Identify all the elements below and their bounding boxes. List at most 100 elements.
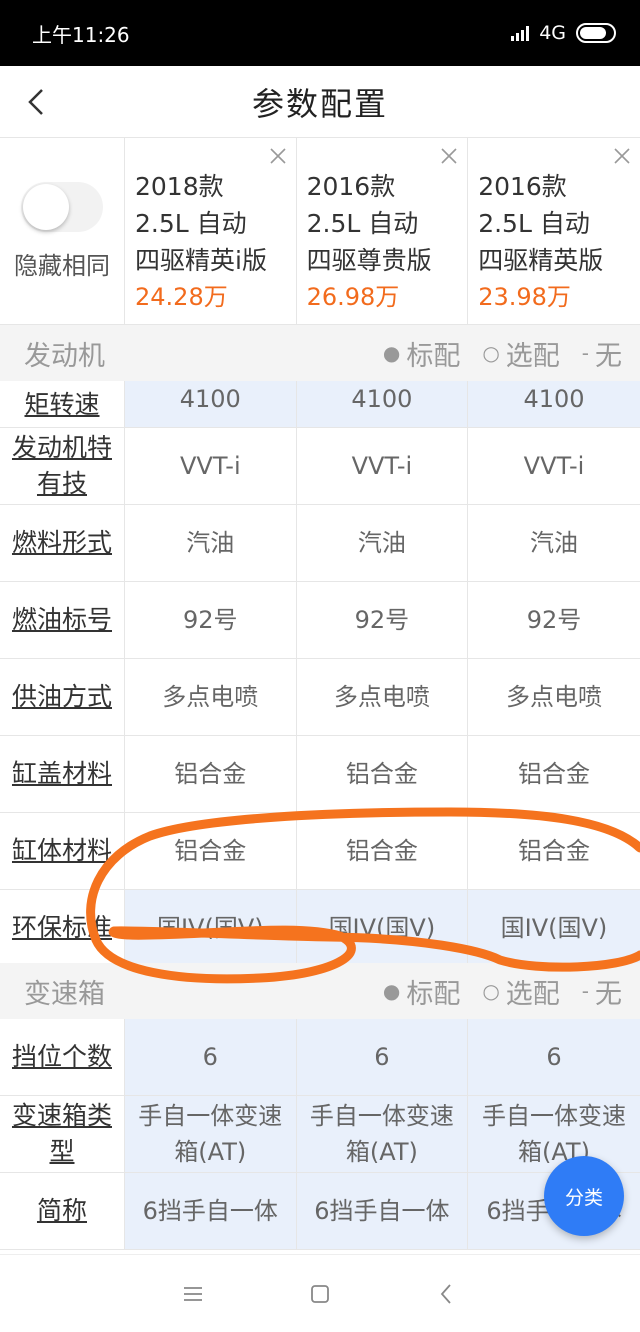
car-spec: 2.5L 自动 — [478, 209, 590, 238]
row-label[interactable]: 挡位个数 — [0, 1019, 125, 1095]
value-cell: 手自一体变速箱(AT) — [468, 1096, 640, 1172]
value-cell: 6挡手自一体 — [296, 1173, 469, 1249]
table-row: 环保标准 国IV(国V) 国IV(国V) 国IV(国V) — [0, 890, 640, 967]
legend: ● 标配 ○ 选配 -无 — [383, 972, 622, 1011]
none-dash-icon: - — [581, 341, 589, 365]
car-column-3[interactable]: 2016款 2.5L 自动 四驱精英版 23.98万 — [468, 138, 640, 324]
legend-standard: 标配 — [406, 978, 461, 1010]
app-header: 参数配置 — [0, 66, 640, 138]
none-dash-icon: - — [581, 979, 589, 1003]
engine-table: 矩转速 4100 4100 4100 发动机特有技 VVT-i VVT-i VV… — [0, 381, 640, 967]
value-cell: VVT-i — [297, 428, 469, 504]
optional-circle-icon: ○ — [482, 341, 500, 365]
hide-same-toggle[interactable] — [21, 181, 103, 232]
value-cell: 92号 — [526, 606, 582, 634]
optional-circle-icon: ○ — [482, 979, 500, 1003]
value-cell: 汽油 — [529, 529, 578, 557]
table-row: 缸盖材料 铝合金 铝合金 铝合金 — [0, 736, 640, 813]
system-nav-bar — [0, 1254, 640, 1332]
back-nav-icon[interactable] — [434, 1281, 460, 1307]
category-fab-button[interactable]: 分类 — [544, 1156, 624, 1236]
row-label[interactable]: 燃油标号 — [0, 582, 125, 658]
row-label[interactable]: 缸体材料 — [0, 813, 125, 889]
page-title: 参数配置 — [251, 84, 388, 123]
status-time: 上午11:26 — [32, 22, 130, 47]
row-label[interactable]: 发动机特有技 — [0, 428, 125, 504]
battery-icon — [576, 23, 616, 43]
back-arrow-icon[interactable] — [20, 84, 56, 120]
value-cell: 多点电喷 — [297, 659, 469, 735]
car-trim: 四驱精英版 — [478, 246, 604, 275]
close-icon[interactable] — [268, 146, 288, 166]
table-row: 发动机特有技 VVT-i VVT-i VVT-i — [0, 428, 640, 505]
legend-optional: 选配 — [505, 340, 560, 372]
value-cell: 国IV(国V) — [468, 890, 640, 966]
legend-standard: 标配 — [406, 340, 461, 372]
value-cell: VVT-i — [125, 428, 297, 504]
car-trim: 四驱尊贵版 — [306, 246, 432, 275]
value-cell: 铝合金 — [125, 736, 297, 812]
value-cell: 6挡手自一体 — [125, 1173, 297, 1249]
section-header-engine: 发动机 ● 标配 ○ 选配 -无 — [0, 325, 640, 381]
legend-none: 无 — [595, 978, 622, 1010]
signal-icon — [511, 25, 530, 41]
section-header-transmission: 变速箱 ● 标配 ○ 选配 -无 — [0, 963, 640, 1019]
car-price: 26.98万 — [306, 283, 400, 311]
value-cell: 汽油 — [125, 505, 297, 581]
table-row: 挡位个数 6 6 6 — [0, 1019, 640, 1096]
section-title: 变速箱 — [24, 978, 105, 1010]
value-cell: 铝合金 — [297, 736, 469, 812]
value-cell: 6 — [125, 1019, 297, 1095]
table-row: 供油方式 多点电喷 多点电喷 多点电喷 — [0, 659, 640, 736]
car-price: 24.28万 — [135, 283, 228, 311]
standard-dot-icon: ● — [382, 341, 401, 365]
legend: ● 标配 ○ 选配 -无 — [383, 334, 622, 373]
row-label[interactable]: 变速箱类型 — [0, 1096, 125, 1172]
status-bar: 上午11:26 4G — [0, 0, 640, 66]
value-cell: 国IV(国V) — [125, 890, 297, 966]
value-cell: 92号 — [297, 582, 469, 658]
car-spec: 2.5L 自动 — [306, 209, 419, 238]
home-square-icon[interactable] — [307, 1281, 333, 1307]
row-label[interactable]: 矩转速 — [0, 381, 125, 427]
table-row: 矩转速 4100 4100 4100 — [0, 381, 640, 428]
car-year: 2016款 — [478, 172, 567, 201]
section-title: 发动机 — [24, 340, 105, 372]
value-cell: 4100 — [468, 381, 640, 427]
hide-same-label: 隐藏相同 — [14, 251, 110, 280]
value-cell: VVT-i — [523, 452, 585, 480]
value-cell: 铝合金 — [517, 760, 590, 788]
car-column-2[interactable]: 2016款 2.5L 自动 四驱尊贵版 26.98万 — [297, 138, 469, 324]
value-cell: 92号 — [125, 582, 297, 658]
value-cell: 铝合金 — [297, 813, 469, 889]
table-row: 燃料形式 汽油 汽油 汽油 — [0, 505, 640, 582]
hide-same-toggle-area: 隐藏相同 — [0, 138, 125, 324]
row-label[interactable]: 缸盖材料 — [0, 736, 125, 812]
value-cell: 铝合金 — [517, 837, 590, 865]
row-label[interactable]: 简称 — [0, 1173, 125, 1249]
value-cell: 多点电喷 — [125, 659, 297, 735]
car-compare-header: 隐藏相同 2018款 2.5L 自动 四驱精英i版 24.28万 2016款 2… — [0, 138, 640, 325]
value-cell: 汽油 — [297, 505, 469, 581]
menu-icon[interactable] — [180, 1281, 206, 1307]
close-icon[interactable] — [612, 146, 632, 166]
value-cell: 铝合金 — [125, 813, 297, 889]
value-cell: 国IV(国V) — [296, 890, 469, 966]
car-price: 23.98万 — [478, 283, 571, 311]
value-cell: 手自一体变速箱(AT) — [296, 1096, 469, 1172]
row-label[interactable]: 环保标准 — [0, 890, 125, 966]
table-row: 缸体材料 铝合金 铝合金 铝合金 — [0, 813, 640, 890]
car-trim: 四驱精英i版 — [135, 246, 267, 275]
car-spec: 2.5L 自动 — [135, 209, 247, 238]
car-column-1[interactable]: 2018款 2.5L 自动 四驱精英i版 24.28万 — [125, 138, 297, 324]
table-row: 变速箱类型 手自一体变速箱(AT) 手自一体变速箱(AT) 手自一体变速箱(AT… — [0, 1096, 640, 1173]
toggle-knob — [23, 183, 69, 230]
network-type: 4G — [539, 22, 566, 44]
value-cell: 4100 — [125, 381, 297, 427]
car-year: 2016款 — [306, 172, 396, 201]
value-cell: 4100 — [296, 381, 469, 427]
standard-dot-icon: ● — [382, 979, 401, 1003]
close-icon[interactable] — [439, 146, 459, 166]
row-label[interactable]: 燃料形式 — [0, 505, 125, 581]
row-label[interactable]: 供油方式 — [0, 659, 125, 735]
